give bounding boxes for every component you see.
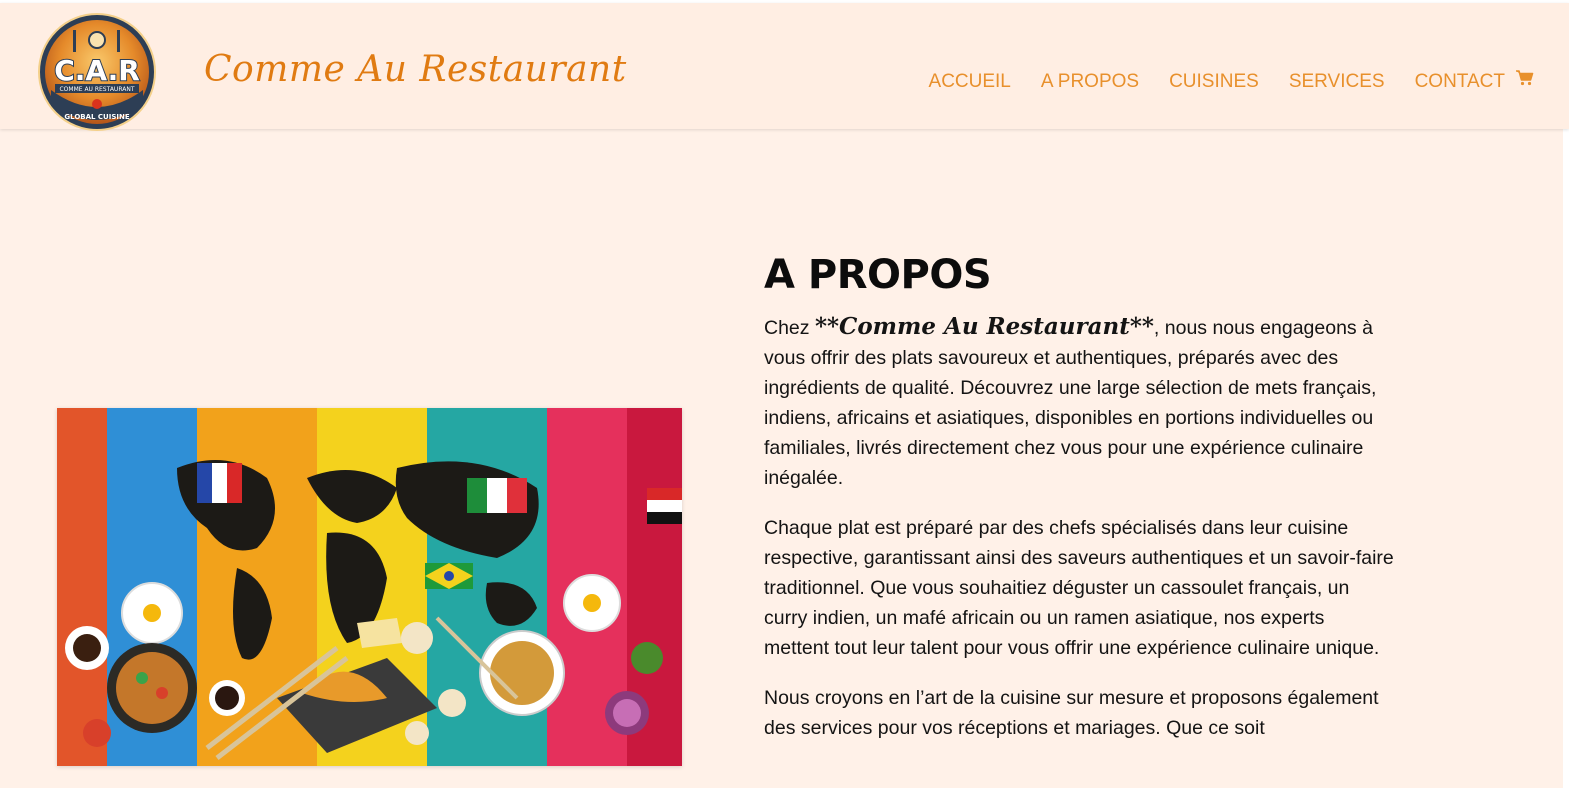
svg-text:COMME AU RESTAURANT: COMME AU RESTAURANT (59, 86, 134, 93)
nav-item-accueil[interactable]: ACCUEIL (929, 71, 1011, 93)
site-header: C.A.R COMME AU RESTAURANT GLOBAL CUISINE… (0, 3, 1569, 132)
about-paragraph-1: Chez **Comme Au Restaurant**, nous nous … (764, 312, 1394, 493)
page-edge (1563, 129, 1569, 788)
brand-name[interactable]: Comme Au Restaurant (204, 49, 627, 90)
about-title: A PROPOS (764, 252, 992, 298)
about-paragraph-2: Chaque plat est préparé par des chefs sp… (764, 517, 1394, 659)
p1-rest: , nous nous engageons à vous offrir des … (764, 317, 1377, 489)
about-section: A PROPOS Chez **Comme Au Restaurant**, n… (764, 252, 1394, 763)
p1-prefix: Chez (764, 317, 815, 339)
nav-item-services[interactable]: SERVICES (1289, 71, 1385, 93)
svg-text:C.A.R: C.A.R (54, 54, 140, 87)
nav-item-cuisines[interactable]: CUISINES (1169, 71, 1259, 93)
svg-text:GLOBAL CUISINE: GLOBAL CUISINE (64, 113, 129, 121)
world-cuisine-image (57, 408, 682, 766)
nav-item-contact[interactable]: CONTACT (1415, 71, 1505, 93)
nav-item-a-propos[interactable]: A PROPOS (1041, 71, 1139, 93)
p1-brand: **Comme Au Restaurant** (814, 313, 1154, 340)
cart-icon[interactable] (1515, 69, 1535, 87)
about-paragraph-3: Nous croyons en l’art de la cuisine sur … (764, 687, 1379, 739)
main-nav: ACCUEIL A PROPOS CUISINES SERVICES CONTA… (929, 67, 1505, 97)
site-logo[interactable]: C.A.R COMME AU RESTAURANT GLOBAL CUISINE (37, 12, 157, 132)
